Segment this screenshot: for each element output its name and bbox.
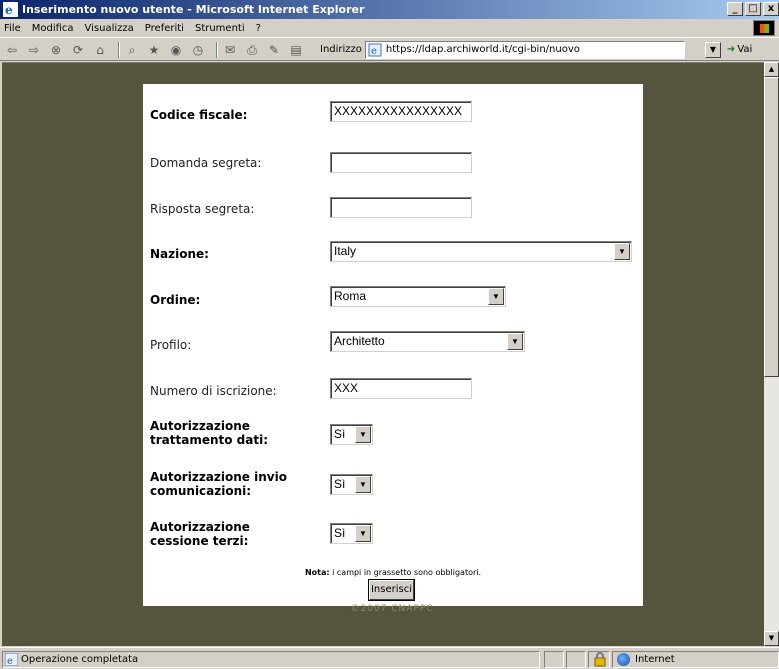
chevron-down-icon: ▼ <box>355 525 371 542</box>
internet-globe-icon <box>617 653 630 666</box>
toolbar-separator <box>118 41 120 58</box>
maximize-button[interactable]: □ <box>745 2 761 16</box>
risposta-segreta-label: Risposta segreta: <box>150 202 255 216</box>
scroll-down-button[interactable]: ▼ <box>764 631 779 646</box>
toolbar: ⇦ ⇨ ⊗ ⟳ ⌂ ⌕ ★ ◉ ◷ ✉ ⎙ ✎ ▤ Indirizzo e ht… <box>0 39 779 61</box>
status-text: Operazione completata <box>21 654 139 665</box>
go-arrow-icon: ➜ <box>726 44 736 55</box>
status-bar: e Operazione completata Internet <box>0 647 779 669</box>
svg-text:e: e <box>5 3 13 17</box>
go-button[interactable]: ➜ Vai <box>727 44 752 55</box>
svg-text:e: e <box>7 656 13 666</box>
history-icon[interactable]: ◷ <box>190 42 206 58</box>
chevron-down-icon: ▼ <box>507 333 523 350</box>
vertical-scrollbar[interactable]: ▲ ▼ <box>764 62 779 646</box>
window-title: Inserimento nuovo utente - Microsoft Int… <box>22 3 365 16</box>
go-label: Vai <box>737 44 753 55</box>
inserisci-button[interactable]: Inserisci <box>368 579 415 601</box>
windows-logo-icon <box>753 20 775 36</box>
address-dropdown-button[interactable]: ▼ <box>704 41 721 58</box>
menu-file[interactable]: File <box>4 23 21 34</box>
profilo-select[interactable]: Architetto ▼ <box>330 331 525 352</box>
status-cell <box>566 651 586 668</box>
copyright-text: ©2007 CNAPPC <box>350 604 434 614</box>
title-bar: e Inserimento nuovo utente - Microsoft I… <box>0 0 779 19</box>
close-button[interactable]: x <box>763 2 779 16</box>
form-panel: Codice fiscale: XXXXXXXXXXXXXXXX Domanda… <box>143 84 643 606</box>
menu-strumenti[interactable]: Strumenti <box>195 23 245 34</box>
address-bar[interactable]: e https://ldap.archiworld.it/cgi-bin/nuo… <box>364 40 685 59</box>
page-viewport: Codice fiscale: XXXXXXXXXXXXXXXX Domanda… <box>2 62 764 646</box>
minimize-button[interactable]: _ <box>727 2 743 16</box>
ordine-label: Ordine: <box>150 293 201 307</box>
page-icon: e <box>368 43 382 57</box>
chevron-down-icon: ▼ <box>488 288 504 305</box>
nazione-value: Italy <box>334 244 357 258</box>
print-icon[interactable]: ⎙ <box>244 42 260 58</box>
numero-iscrizione-field[interactable]: XXX <box>330 378 472 399</box>
status-text-panel: e Operazione completata <box>2 651 540 668</box>
autorizzazione-invio-select[interactable]: Sì ▼ <box>330 474 373 495</box>
internet-explorer-icon: e <box>3 2 18 17</box>
zone-label: Internet <box>635 654 675 665</box>
ordine-select[interactable]: Roma ▼ <box>330 286 506 307</box>
address-label: Indirizzo <box>320 44 362 55</box>
forward-icon[interactable]: ⇨ <box>26 42 42 58</box>
autorizzazione-cessione-value: Sì <box>334 526 346 540</box>
menu-modifica[interactable]: Modifica <box>32 23 74 34</box>
numero-iscrizione-label: Numero di iscrizione: <box>150 384 277 398</box>
codice-fiscale-field[interactable]: XXXXXXXXXXXXXXXX <box>330 101 472 122</box>
home-icon[interactable]: ⌂ <box>92 42 108 58</box>
autorizzazione-cessione-select[interactable]: Sì ▼ <box>330 523 373 544</box>
profilo-value: Architetto <box>334 334 385 348</box>
menu-help[interactable]: ? <box>256 23 261 34</box>
menu-visualizza[interactable]: Visualizza <box>85 23 134 34</box>
domanda-segreta-field[interactable] <box>330 152 472 173</box>
menu-preferiti[interactable]: Preferiti <box>145 23 184 34</box>
back-icon[interactable]: ⇦ <box>4 42 20 58</box>
discuss-icon[interactable]: ▤ <box>288 42 304 58</box>
profilo-label: Profilo: <box>150 338 192 352</box>
chevron-down-icon: ▼ <box>614 243 630 260</box>
ordine-value: Roma <box>334 289 367 303</box>
scroll-thumb[interactable] <box>764 77 779 377</box>
media-icon[interactable]: ◉ <box>168 42 184 58</box>
scroll-up-button[interactable]: ▲ <box>764 62 779 77</box>
status-cell <box>544 651 564 668</box>
page-done-icon: e <box>5 653 18 666</box>
autorizzazione-trattamento-label: Autorizzazione trattamento dati: <box>150 419 269 447</box>
toolbar-separator <box>216 41 218 58</box>
required-note: Nota: i campi in grassetto sono obbligat… <box>143 568 643 577</box>
search-icon[interactable]: ⌕ <box>124 42 140 58</box>
menu-bar: File Modifica Visualizza Preferiti Strum… <box>0 19 779 38</box>
nazione-select[interactable]: Italy ▼ <box>330 241 632 262</box>
autorizzazione-invio-label: Autorizzazione invio comunicazioni: <box>150 470 287 498</box>
autorizzazione-trattamento-value: Sì <box>334 427 346 441</box>
browser-window: e Inserimento nuovo utente - Microsoft I… <box>0 0 779 669</box>
svg-text:e: e <box>371 46 377 57</box>
stop-icon[interactable]: ⊗ <box>48 42 64 58</box>
address-url: https://ldap.archiworld.it/cgi-bin/nuovo <box>385 44 580 55</box>
chevron-down-icon: ▼ <box>355 476 371 493</box>
chevron-down-icon: ▼ <box>355 426 371 443</box>
autorizzazione-invio-value: Sì <box>334 477 346 491</box>
note-bold: Nota: <box>304 568 330 577</box>
refresh-icon[interactable]: ⟳ <box>70 42 86 58</box>
note-text: i campi in grassetto sono obbligatori. <box>329 568 482 577</box>
favorites-icon[interactable]: ★ <box>146 42 162 58</box>
autorizzazione-trattamento-select[interactable]: Sì ▼ <box>330 424 373 445</box>
lock-icon <box>588 651 610 668</box>
edit-icon[interactable]: ✎ <box>266 42 282 58</box>
autorizzazione-cessione-label: Autorizzazione cessione terzi: <box>150 520 250 548</box>
codice-fiscale-label: Codice fiscale: <box>150 108 248 122</box>
mail-icon[interactable]: ✉ <box>222 42 238 58</box>
domanda-segreta-label: Domanda segreta: <box>150 156 262 170</box>
nazione-label: Nazione: <box>150 247 209 261</box>
security-zone: Internet <box>612 651 779 668</box>
risposta-segreta-field[interactable] <box>330 197 472 218</box>
